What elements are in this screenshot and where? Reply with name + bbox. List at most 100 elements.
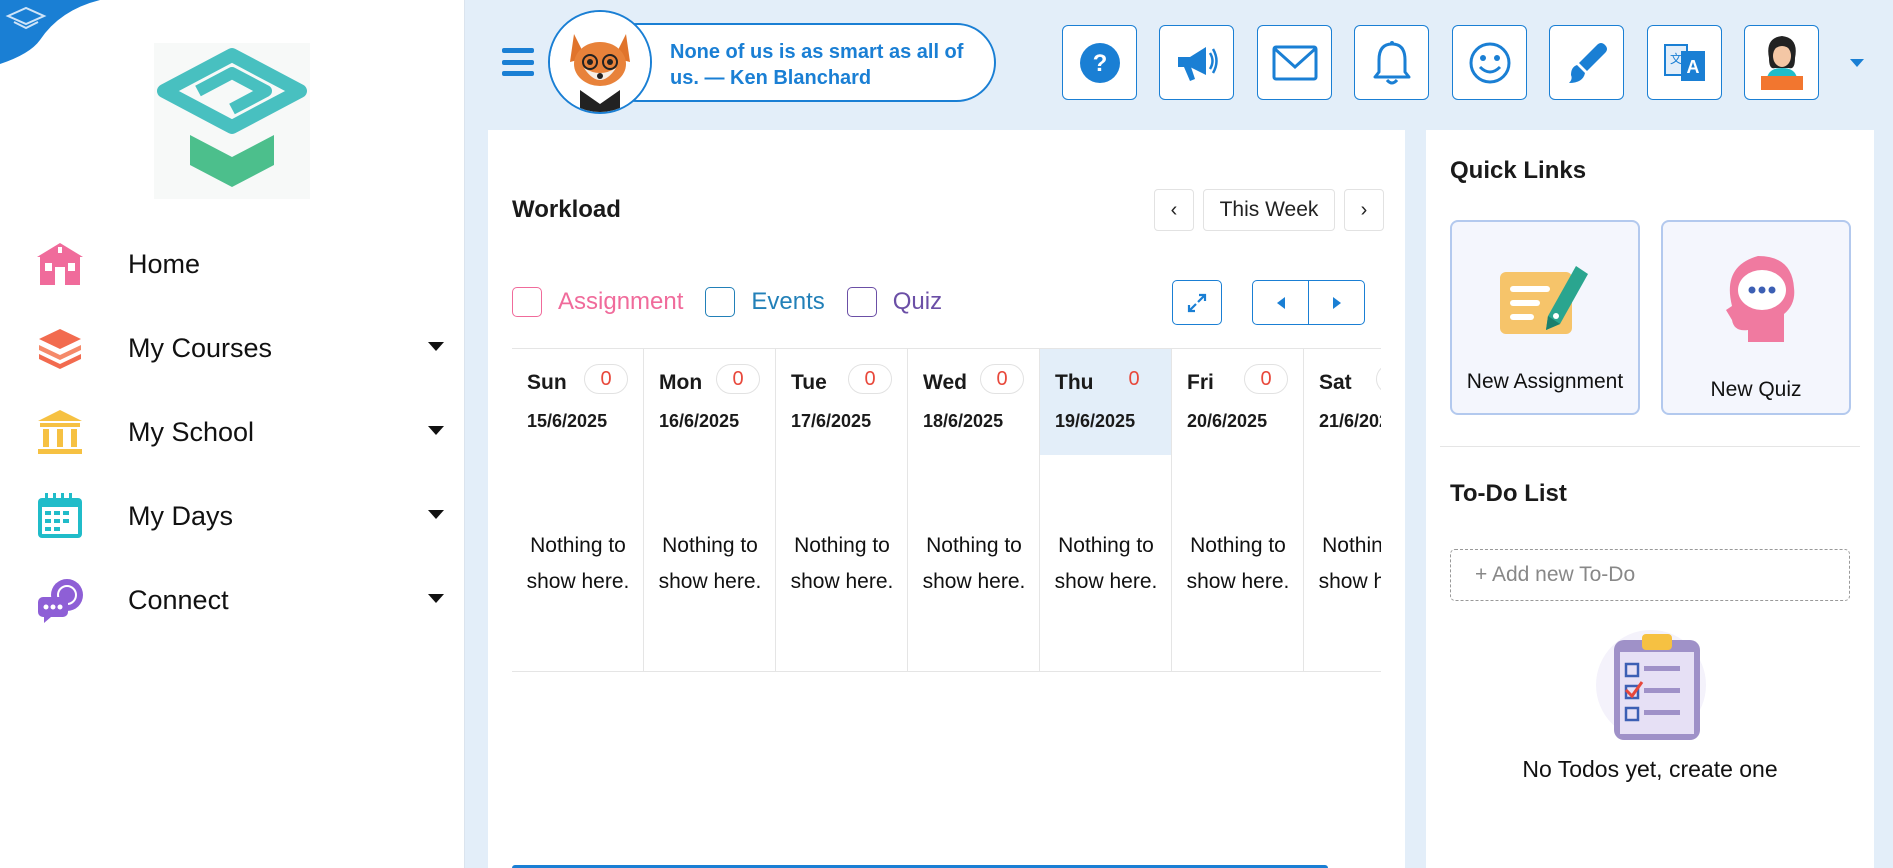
- filter-label: Quiz: [892, 288, 943, 315]
- filter-assignment[interactable]: Assignment: [512, 287, 683, 317]
- quote-banner: None of us is as smart as all of us. — K…: [598, 23, 996, 102]
- bell-icon: [1373, 40, 1410, 84]
- week-selector[interactable]: This Week: [1203, 189, 1335, 231]
- new-quiz-button[interactable]: New Quiz: [1661, 220, 1851, 415]
- day-count-badge: 0: [1244, 364, 1288, 394]
- expand-icon: [1187, 293, 1207, 312]
- quote-text: None of us is as smart as all of us. — K…: [670, 41, 964, 89]
- day-column-fri[interactable]: Fri 0 20/6/2025 Nothing to show here.: [1172, 349, 1304, 671]
- help-button[interactable]: ?: [1062, 25, 1137, 100]
- day-name: Sat: [1319, 371, 1352, 394]
- sidebar-item-my-days[interactable]: My Days: [34, 486, 444, 546]
- messages-button[interactable]: [1257, 25, 1332, 100]
- day-empty-text: Nothing to show here.: [1054, 534, 1158, 593]
- day-name: Mon: [659, 371, 703, 394]
- day-column-wed[interactable]: Wed 0 18/6/2025 Nothing to show here.: [908, 349, 1040, 671]
- day-count-badge: 0: [1112, 364, 1156, 394]
- day-date: 18/6/2025: [923, 411, 1004, 431]
- assignment-pen-icon: [1500, 266, 1588, 334]
- notifications-button[interactable]: [1354, 25, 1429, 100]
- chevron-down-icon[interactable]: [428, 342, 444, 351]
- day-column-sun[interactable]: Sun 0 15/6/2025 Nothing to show here.: [512, 349, 644, 671]
- chat-bubbles-icon: [34, 574, 86, 626]
- day-empty-text: Nothing to show here.: [658, 534, 762, 593]
- todo-empty-text: No Todos yet, create one: [1522, 756, 1778, 782]
- day-name: Thu: [1055, 371, 1094, 394]
- profile-avatar-icon: [1760, 35, 1803, 90]
- calendar-icon: [34, 490, 86, 542]
- scroll-left-button[interactable]: [1253, 281, 1309, 324]
- day-name: Tue: [791, 371, 827, 394]
- day-date: 20/6/2025: [1187, 411, 1268, 431]
- mail-icon: [1272, 45, 1317, 80]
- day-count-badge: 0: [584, 364, 628, 394]
- sidebar-item-my-courses[interactable]: My Courses: [34, 318, 444, 378]
- sidebar-item-label: My Courses: [128, 332, 273, 363]
- day-date: 17/6/2025: [791, 411, 872, 431]
- translate-icon: 文A: [1663, 43, 1705, 81]
- school-house-icon: [34, 238, 86, 290]
- sidebar-item-label: My School: [128, 416, 255, 447]
- sidebar-item-my-school[interactable]: My School: [34, 402, 444, 462]
- profile-button[interactable]: [1744, 25, 1819, 100]
- chevron-down-icon[interactable]: [428, 510, 444, 519]
- new-assignment-button[interactable]: New Assignment: [1450, 220, 1640, 415]
- profile-menu-chevron-icon[interactable]: [1850, 59, 1864, 67]
- announcements-button[interactable]: [1159, 25, 1234, 100]
- day-name: Wed: [923, 371, 967, 394]
- quiz-head-icon: [1726, 256, 1795, 342]
- app-logo[interactable]: [154, 43, 310, 199]
- filter-events[interactable]: Events: [705, 287, 825, 317]
- quick-links-title: Quick Links: [1450, 157, 1587, 184]
- filter-label: Assignment: [558, 288, 684, 315]
- sidebar-item-home[interactable]: Home: [34, 234, 444, 294]
- paintbrush-icon: [1568, 42, 1607, 83]
- quiz-checkbox[interactable]: [846, 287, 877, 317]
- fox-mascot-avatar: [548, 10, 652, 114]
- day-empty-text: Nothing to show here.: [1186, 534, 1290, 593]
- day-column-sat[interactable]: Sat 0 21/6/2025 Nothing to show here.: [1304, 349, 1381, 671]
- events-checkbox[interactable]: [705, 287, 736, 317]
- menu-toggle-button[interactable]: [502, 48, 534, 76]
- previous-week-button[interactable]: ‹: [1154, 189, 1194, 231]
- day-name: Fri: [1187, 371, 1214, 394]
- day-empty-text: Nothing to show here.: [526, 534, 630, 593]
- sidebar-item-label: Connect: [128, 584, 229, 615]
- help-icon: ?: [1079, 42, 1120, 83]
- day-column-tue[interactable]: Tue 0 17/6/2025 Nothing to show here.: [776, 349, 908, 671]
- day-count-badge: 0: [716, 364, 760, 394]
- quick-link-label: New Quiz: [1710, 378, 1802, 401]
- scroll-right-button[interactable]: [1309, 281, 1364, 324]
- expand-button[interactable]: [1172, 280, 1222, 325]
- institution-icon: [34, 406, 86, 458]
- workload-card: Workload ‹ This Week › Assignment Events…: [488, 130, 1405, 868]
- day-empty-text: Nothing to show here.: [922, 534, 1026, 593]
- quick-links-panel: Quick Links New Assignment New Quiz To-D…: [1426, 130, 1874, 868]
- day-column-thu-today[interactable]: Thu 0 19/6/2025 Nothing to show here.: [1040, 349, 1172, 671]
- theme-button[interactable]: [1549, 25, 1624, 100]
- assignment-checkbox[interactable]: [512, 287, 542, 317]
- day-name: Sun: [527, 371, 567, 394]
- chevron-down-icon[interactable]: [428, 426, 444, 435]
- day-column-mon[interactable]: Mon 0 16/6/2025 Nothing to show here.: [644, 349, 776, 671]
- day-date: 21/6/2025: [1319, 411, 1381, 431]
- day-count-badge: 0: [1376, 364, 1381, 394]
- next-week-button[interactable]: ›: [1344, 189, 1384, 231]
- filter-quiz[interactable]: Quiz: [846, 287, 943, 317]
- day-count-badge: 0: [980, 364, 1024, 394]
- day-date: 19/6/2025: [1055, 411, 1136, 431]
- megaphone-icon: [1177, 46, 1218, 81]
- chevron-down-icon[interactable]: [428, 594, 444, 603]
- language-button[interactable]: 文A: [1647, 25, 1722, 100]
- day-date: 16/6/2025: [659, 411, 740, 431]
- filter-label: Events: [751, 288, 825, 315]
- workload-title: Workload: [512, 196, 621, 223]
- divider: [1440, 446, 1860, 447]
- sidebar-item-label: Home: [128, 248, 201, 279]
- todo-title: To-Do List: [1450, 480, 1567, 507]
- feedback-button[interactable]: [1452, 25, 1527, 100]
- svg-text:文: 文: [1669, 51, 1681, 66]
- caret-left-icon: [1276, 296, 1285, 309]
- sidebar-item-connect[interactable]: Connect: [34, 570, 444, 630]
- add-todo-input[interactable]: [1450, 549, 1850, 601]
